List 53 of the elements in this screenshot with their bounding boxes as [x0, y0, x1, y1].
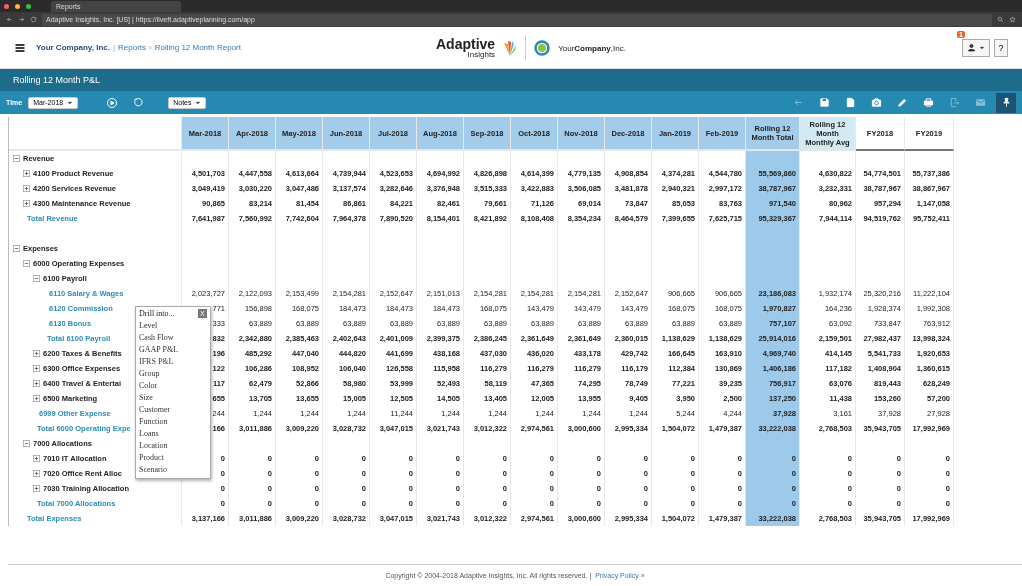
expand-icon[interactable] [23, 170, 30, 177]
collapse-icon[interactable] [33, 275, 40, 282]
export-icon [948, 97, 960, 108]
forward-icon [18, 16, 25, 23]
breadcrumb-arrow: › [149, 43, 152, 52]
breadcrumb-link[interactable]: Reports [118, 43, 147, 52]
menu-title: Drill into... [139, 309, 175, 318]
menu-item[interactable]: Location [139, 439, 207, 451]
caret-icon [195, 99, 202, 106]
arrow-left-icon [792, 97, 804, 108]
expand-icon[interactable] [33, 485, 40, 492]
undo-icon [132, 97, 144, 108]
search-icon [997, 16, 1004, 23]
user-menu-button[interactable] [962, 38, 990, 57]
pin-button[interactable] [996, 92, 1016, 113]
highlighted-cell [746, 151, 800, 166]
collapse-icon[interactable] [23, 440, 30, 447]
reload-icon [30, 16, 37, 23]
star-icon [1009, 16, 1016, 23]
pin-icon [1000, 97, 1012, 108]
report-title: Rolling 12 Month P&L [13, 75, 101, 85]
camera-icon [870, 97, 882, 108]
expand-icon[interactable] [33, 470, 40, 477]
expand-icon[interactable] [33, 350, 40, 357]
play-icon [106, 96, 119, 109]
user-icon [967, 43, 976, 52]
collapse-icon[interactable] [13, 245, 20, 252]
ring-logo-icon [534, 40, 551, 56]
menu-icon [14, 41, 26, 54]
logo-subtitle: Insights [467, 51, 496, 59]
collapse-icon[interactable] [13, 155, 20, 162]
expand-icon[interactable] [33, 365, 40, 372]
collapse-icon[interactable] [23, 260, 30, 267]
fan-logo-icon [503, 40, 518, 56]
expand-icon[interactable] [33, 455, 40, 462]
caret-icon [67, 99, 74, 106]
expand-icon[interactable] [33, 395, 40, 402]
breadcrumb-separator: | [112, 43, 115, 52]
mail-icon [974, 97, 986, 108]
breadcrumb-link[interactable]: Rolling 12 Month Report [154, 43, 241, 52]
document-icon [844, 97, 856, 108]
save-icon [818, 97, 830, 108]
help-button[interactable]: ? [994, 38, 1008, 57]
logo-wordmark: Adaptive [436, 37, 496, 51]
printer-icon [922, 97, 934, 108]
company-name: Your Company, Inc. [36, 43, 110, 52]
partner-logo-text: YourCompany,Inc. [558, 43, 626, 53]
caret-icon [979, 44, 985, 51]
expand-icon[interactable] [23, 200, 30, 207]
pen-icon [896, 97, 908, 108]
back-icon [6, 16, 13, 23]
expand-icon[interactable] [33, 380, 40, 387]
expand-icon[interactable] [23, 185, 30, 192]
